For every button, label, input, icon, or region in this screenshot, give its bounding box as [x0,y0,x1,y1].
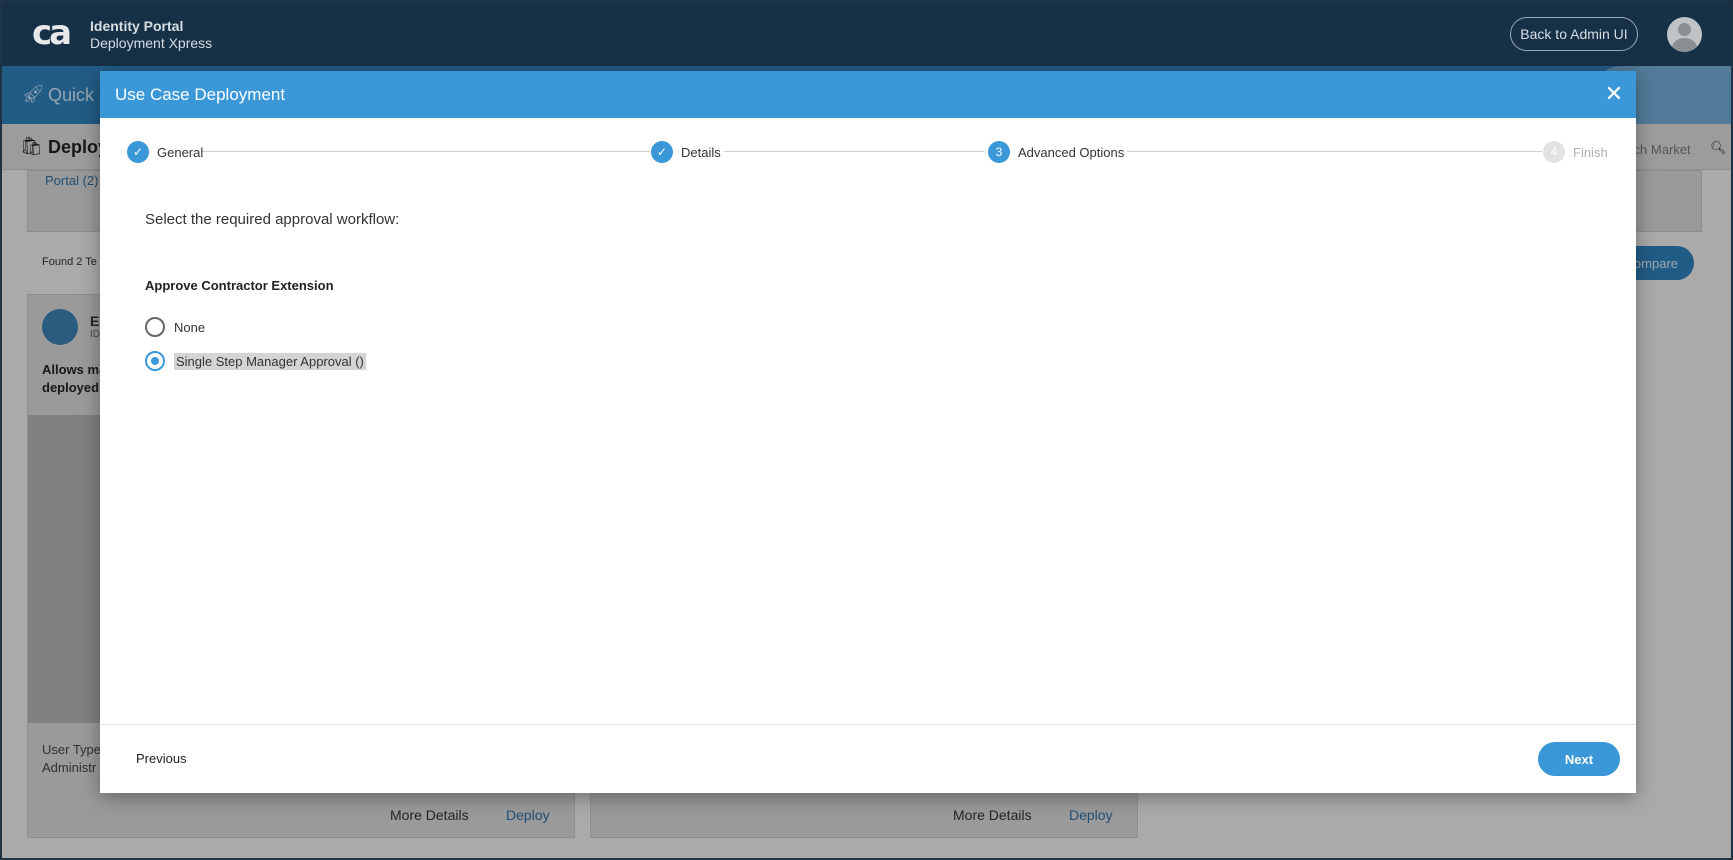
brand-title: Identity Portal [90,18,184,34]
step-advanced-number: 3 [988,141,1010,163]
user-avatar[interactable] [1667,17,1702,52]
top-header: ca Identity Portal Deployment Xpress Bac… [2,2,1731,66]
option-none-label[interactable]: None [174,320,205,335]
step-connector [1127,151,1542,152]
use-case-deployment-dialog: Use Case Deployment ✕ ✓ General ✓ Detail… [100,71,1636,793]
dialog-title: Use Case Deployment [115,85,286,104]
radio-single-step-manager-approval[interactable] [145,351,165,371]
step-details-check-icon: ✓ [651,141,673,163]
step-general-label: General [157,145,204,160]
previous-button[interactable]: Previous [124,746,199,770]
step-finish-number: 4 [1543,141,1565,163]
app-frame: ca Identity Portal Deployment Xpress Bac… [0,0,1733,860]
option-single-step-label[interactable]: Single Step Manager Approval () [174,352,366,370]
step-finish-label: Finish [1573,145,1608,160]
radio-none[interactable] [145,317,165,337]
workflow-section-label: Approve Contractor Extension [145,278,334,293]
step-advanced-label: Advanced Options [1018,145,1125,160]
step-connector [724,151,984,152]
step-general-check-icon: ✓ [127,141,149,163]
footer-divider [100,724,1636,725]
option-none[interactable]: None [145,316,205,338]
dialog-header: Use Case Deployment ✕ [100,71,1636,118]
close-icon[interactable]: ✕ [1600,80,1628,108]
step-details-label: Details [681,145,721,160]
step-connector [202,151,650,152]
brand-subtitle: Deployment Xpress [90,35,213,51]
ca-logo: ca [32,13,72,53]
next-button[interactable]: Next [1538,742,1620,776]
workflow-instruction: Select the required approval workflow: [145,211,400,228]
back-to-admin-button[interactable]: Back to Admin UI [1510,17,1638,51]
option-single-step-manager-approval[interactable]: Single Step Manager Approval () [145,350,366,372]
